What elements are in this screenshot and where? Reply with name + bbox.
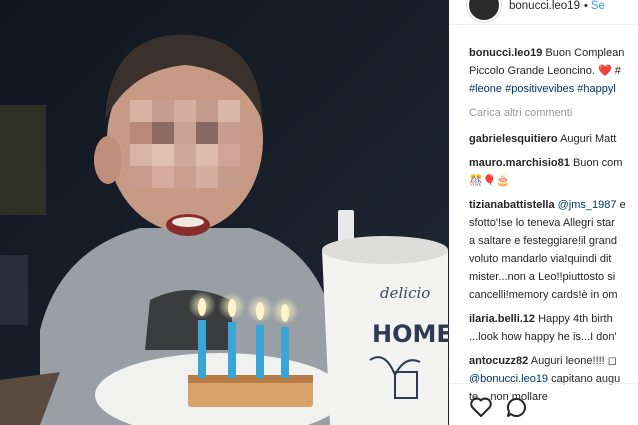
avatar[interactable] [467,0,501,22]
post-sidebar: bonucci.leo19 • Se bonucci.leo19 Buon Co… [449,0,638,425]
background-window [0,105,46,215]
post-photo[interactable]: delicio HOMEM [0,0,449,425]
post-header: bonucci.leo19 • Se [449,0,638,25]
comment-text: cancelli!memory cards!è in om [469,289,618,301]
header-separator: • [583,0,588,12]
comment-username[interactable]: antocuzz82 [469,355,528,367]
mention-link[interactable]: @jms_1987 [558,199,617,211]
caption-text-line1: Buon Complean [545,47,625,59]
action-bar [449,383,638,425]
comment-text: a saltare e festeggiare!il grand [469,235,617,247]
photo-illustration: delicio HOMEM [0,0,449,425]
list-item: gabrielesquitiero Auguri Matt [469,130,638,148]
comment-username[interactable]: ilaria.belli.12 [469,313,535,325]
comment-text: e [619,199,626,211]
header-username[interactable]: bonucci.leo19 [509,0,580,12]
comment-text: sfotto'!se lo teneva Allegri star [469,217,615,229]
list-item: mauro.marchisio81 Buon com 🎊🎈🎂 [469,154,638,190]
comments-list: bonucci.leo19 Buon Complean Piccolo Gran… [469,44,638,412]
comment-text: 🎊🎈🎂 [469,175,511,187]
mug-text-large: HOMEM [372,320,449,348]
list-item: tizianabattistella @jms_1987 e sfotto'!s… [469,196,638,304]
mug-text-small: delicio [380,284,430,302]
comment-username[interactable]: mauro.marchisio81 [469,157,570,169]
comment-text: Happy 4th birth [538,313,613,325]
follow-button[interactable]: Se [591,0,605,12]
hashtag-link[interactable]: #positivevibes [505,83,574,95]
comment-text: mister...non a Leo!!piuttosto si [469,271,616,283]
comment-username[interactable]: tizianabattistella [469,199,555,211]
comment-text: ...look how happy he is...I don' [469,331,617,343]
comment-text: Buon com [572,157,623,169]
hashtag-link[interactable]: #happyl [577,83,616,95]
caption: bonucci.leo19 Buon Complean Piccolo Gran… [469,44,638,98]
heart-icon[interactable] [469,396,493,418]
comment-icon[interactable] [505,396,529,418]
comment-text: Auguri leone!!!! ◻ [530,355,617,367]
load-more-comments[interactable]: Carica altri commenti [469,104,638,122]
caption-username[interactable]: bonucci.leo19 [469,47,542,59]
comment-text: voluto mandarlo via!quindi dit [469,253,612,265]
comment-text: Auguri Matt [560,133,617,145]
blurred-face [130,100,240,188]
hashtag-link[interactable]: #leone [469,83,502,95]
list-item: ilaria.belli.12 Happy 4th birth ...look … [469,310,638,346]
comment-username[interactable]: gabrielesquitiero [469,133,558,145]
caption-text-line2: Piccolo Grande Leoncino. ❤️ # [469,65,621,77]
